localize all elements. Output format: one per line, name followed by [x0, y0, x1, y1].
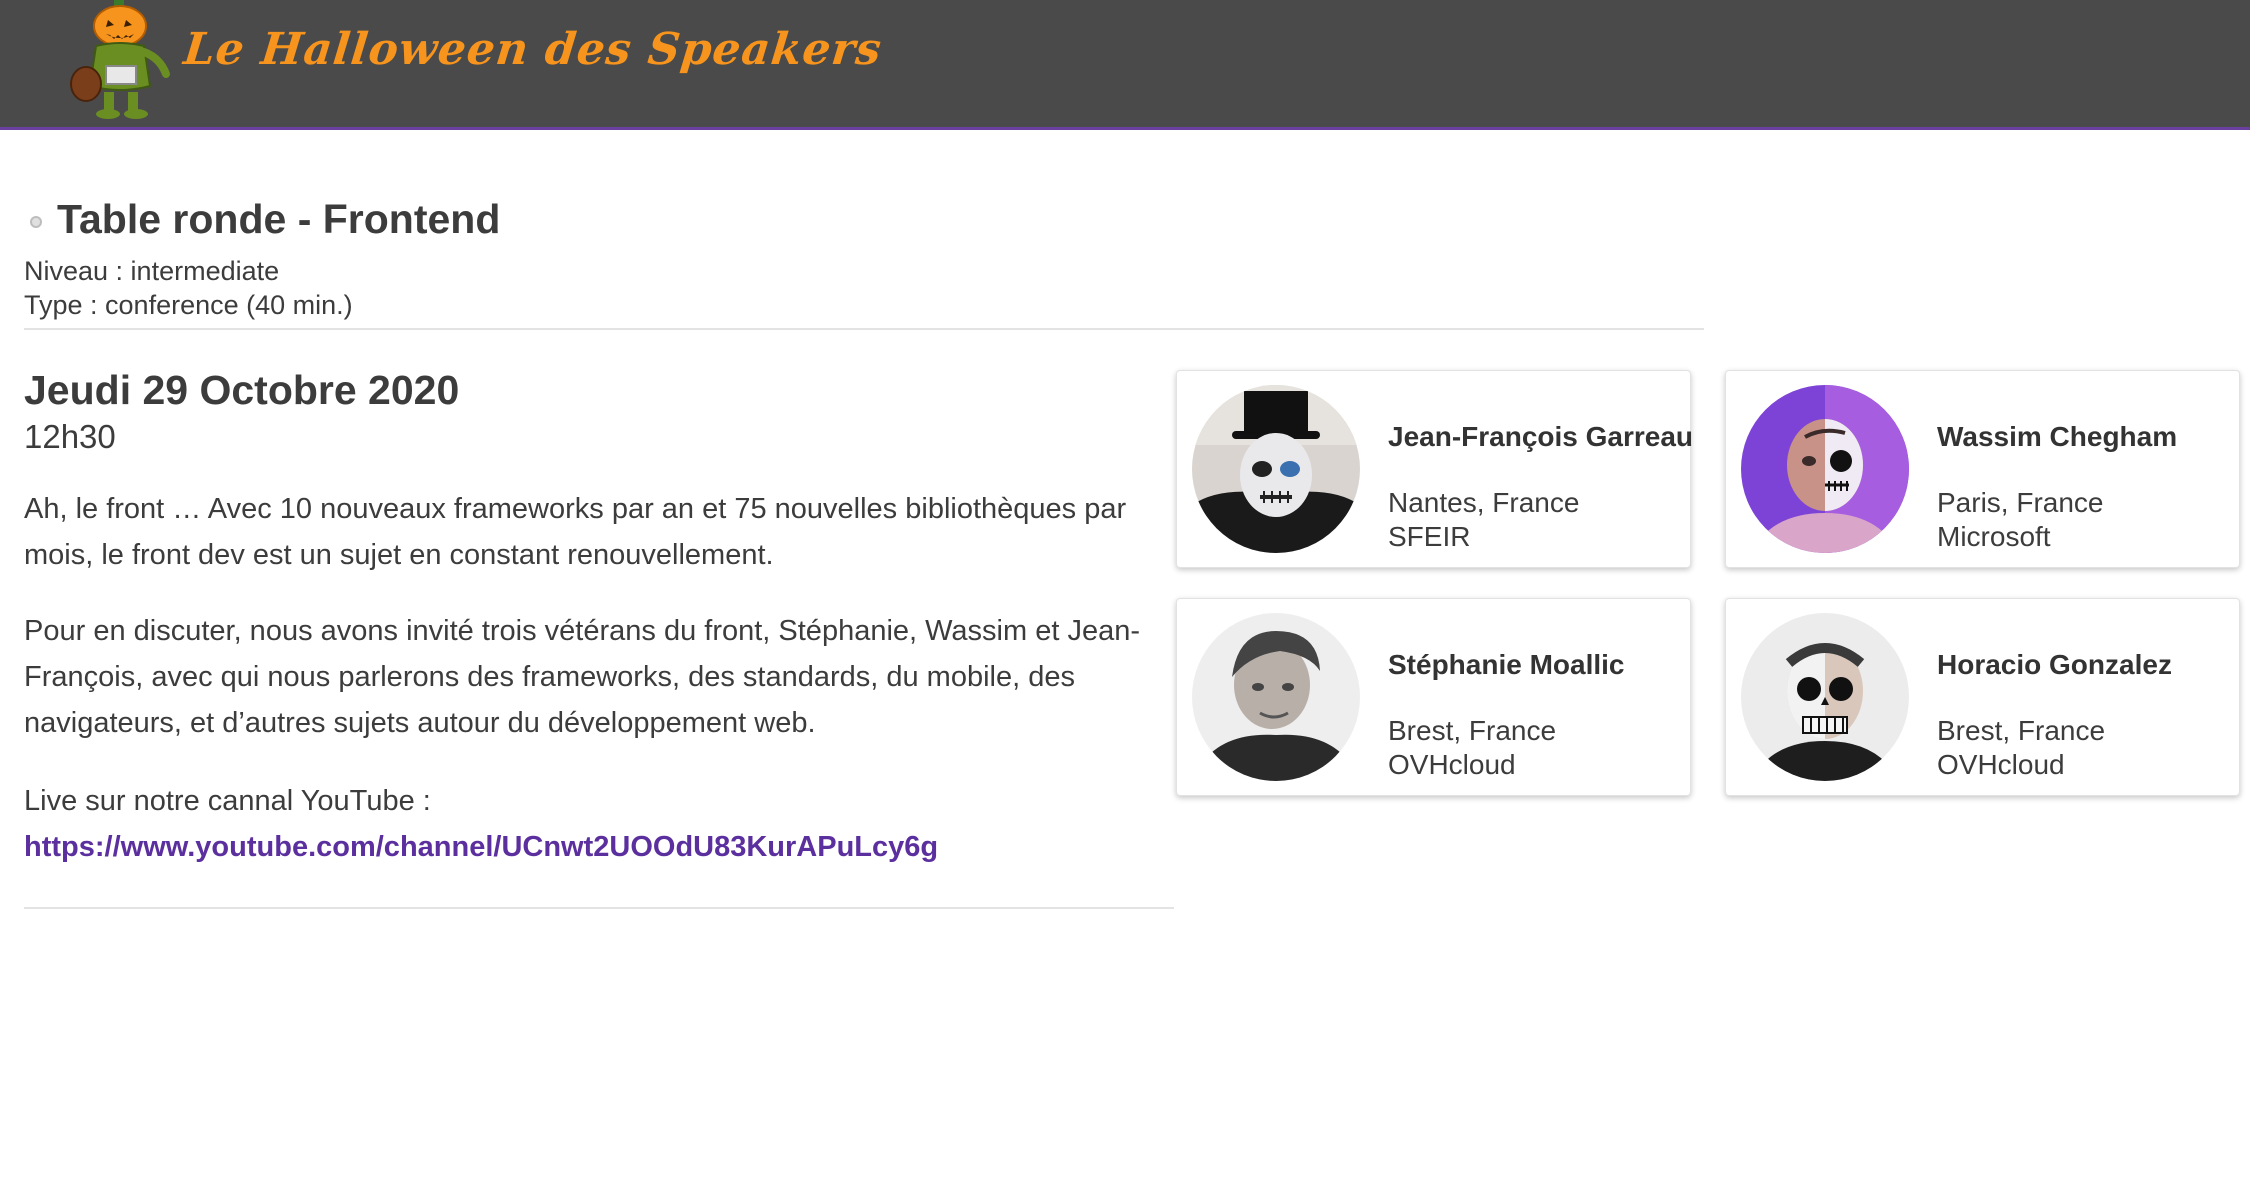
speaker-name[interactable]: Wassim Chegham [1937, 421, 2177, 453]
speaker-city: Brest, France [1937, 715, 2106, 746]
live-label: Live sur notre cannal YouTube : [24, 785, 431, 817]
speaker-avatar [1741, 385, 1909, 553]
pumpkin-monster-mascot-icon [70, 0, 170, 119]
live-section: Live sur notre cannal YouTube : https://… [24, 778, 1174, 870]
speaker-city: Nantes, France [1388, 487, 1580, 518]
speaker-company: Microsoft [1937, 521, 2051, 552]
talk-level: Niveau : intermediate [24, 256, 280, 286]
speaker-name[interactable]: Horacio Gonzalez [1937, 649, 2172, 681]
site-brand-title[interactable]: Le Halloween des Speakers [181, 24, 884, 75]
speaker-avatar [1192, 385, 1360, 553]
speaker-avatar [1192, 613, 1360, 781]
speaker-city: Brest, France [1388, 715, 1557, 746]
speaker-card[interactable]: Wassim Chegham Paris, France Microsoft [1725, 370, 2240, 568]
youtube-channel-link[interactable]: https://www.youtube.com/channel/UCnwt2UO… [24, 831, 938, 863]
speaker-company: SFEIR [1388, 521, 1471, 552]
talk-time: 12h30 [24, 418, 116, 455]
speaker-card[interactable]: Horacio Gonzalez Brest, France OVHcloud [1725, 598, 2240, 796]
speaker-card[interactable]: Jean-François Garreau Nantes, France SFE… [1176, 370, 1693, 568]
section-divider [24, 328, 1704, 330]
talk-date: Jeudi 29 Octobre 2020 [24, 367, 460, 413]
speaker-company: OVHcloud [1937, 749, 2065, 780]
site-logo[interactable] [68, 0, 180, 122]
talk-description-paragraph: Pour en discuter, nous avons invité troi… [24, 615, 1141, 739]
speaker-photo-portrait [1192, 613, 1360, 781]
speaker-photo-top-hat-skull-makeup [1192, 385, 1360, 553]
speaker-name[interactable]: Jean-François Garreau [1388, 421, 1693, 453]
speaker-company: OVHcloud [1388, 749, 1516, 780]
talk-bullet-icon [30, 216, 42, 228]
site-header: Le Halloween des Speakers [0, 0, 2250, 130]
speaker-name[interactable]: Stéphanie Moallic [1388, 649, 1625, 681]
speaker-photo-half-skull-purple [1741, 385, 1909, 553]
speaker-avatar [1741, 613, 1909, 781]
content-divider [24, 907, 1174, 909]
talk-type: Type : conference (40 min.) [24, 290, 353, 320]
speaker-photo-skull-makeup [1741, 613, 1909, 781]
speaker-city: Paris, France [1937, 487, 2104, 518]
speaker-card[interactable]: Stéphanie Moallic Brest, France OVHcloud [1176, 598, 1691, 796]
talk-description-paragraph: Ah, le front … Avec 10 nouveaux framewor… [24, 493, 1127, 571]
talk-title: Table ronde - Frontend [57, 196, 501, 242]
